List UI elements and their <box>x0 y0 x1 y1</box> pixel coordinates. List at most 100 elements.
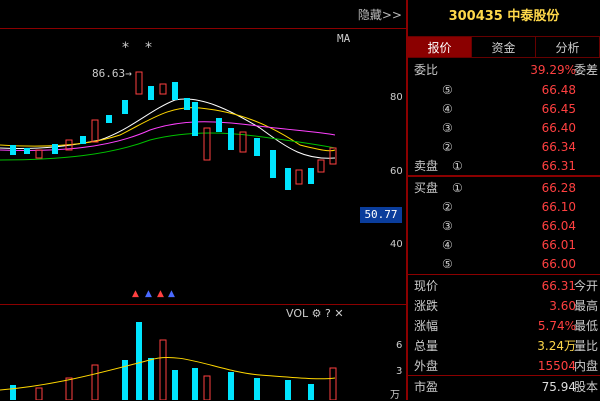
stat-right-label: 最低 <box>573 319 598 333</box>
candle <box>172 82 178 100</box>
ask-price: 66.48 <box>541 83 576 97</box>
volume-bar <box>329 367 337 400</box>
ask-label: 卖盘 <box>414 159 439 173</box>
stat-label: 市盈 <box>414 380 439 394</box>
bid-price: 66.10 <box>541 200 576 214</box>
order-ratio-row: 委比 39.29% 委差 <box>408 60 600 80</box>
y-axis-tick: 60 <box>390 166 403 177</box>
stat-label: 涨幅 <box>414 319 439 333</box>
volume-toolbar: VOL ⚙ ? ✕ <box>286 307 344 320</box>
stat-row: 外盘 15504 内盘 <box>408 356 600 376</box>
ma60-line <box>0 132 336 161</box>
candles <box>10 71 337 190</box>
candle <box>135 71 143 95</box>
ask-price: 66.40 <box>541 121 576 135</box>
volume-bar <box>35 387 43 400</box>
candle <box>254 138 260 156</box>
stat-value: 5.74% <box>537 319 576 333</box>
volume-bar <box>285 380 291 400</box>
candle <box>52 144 58 154</box>
volume-bar <box>10 385 16 400</box>
candle <box>308 168 314 184</box>
candle <box>184 98 190 110</box>
volume-bar <box>136 322 142 400</box>
candle <box>228 128 234 150</box>
ask-level: ④ <box>442 102 453 116</box>
ask-price: 66.31 <box>541 159 576 173</box>
stock-code: 300435 <box>448 9 503 24</box>
bid-row-1: 买盘 ① 66.28 <box>408 178 600 198</box>
volume-ma-line <box>0 356 336 391</box>
high-price-marker: 86.63→ <box>92 67 132 80</box>
close-icon[interactable]: ✕ <box>334 307 343 320</box>
quote-tabs: 报价 资金 分析 <box>408 36 600 58</box>
candle <box>80 136 86 144</box>
help-icon[interactable]: ? <box>325 307 331 320</box>
tab-analysis[interactable]: 分析 <box>536 36 600 58</box>
candle <box>295 169 303 185</box>
ask-level: ③ <box>442 121 453 135</box>
ask-level: ⑤ <box>442 83 453 97</box>
bid-price: 66.00 <box>541 257 576 271</box>
stat-value: 3.24 <box>537 339 564 353</box>
candle <box>317 159 325 173</box>
settings-icon[interactable]: ⚙ <box>312 307 322 320</box>
stat-row: 涨跌 3.60 最高 <box>408 296 600 316</box>
candle <box>10 145 16 155</box>
volume-bar <box>172 370 178 400</box>
bid-row-2: ② 66.10 <box>408 197 600 217</box>
stat-label: 现价 <box>414 279 439 293</box>
candle <box>24 148 30 154</box>
volume-bar <box>254 378 260 400</box>
cursor-price-tag: 50.77 <box>360 207 402 223</box>
ask-level: ② <box>442 140 453 154</box>
candle <box>148 86 154 100</box>
volume-bar <box>65 377 73 400</box>
stats-separator-2 <box>408 375 600 376</box>
stat-right-label: 量比 <box>573 339 598 353</box>
order-ratio-label: 委比 <box>414 63 439 77</box>
stats-separator <box>408 274 600 275</box>
stat-row: 涨幅 5.74% 最低 <box>408 316 600 336</box>
candle <box>285 168 291 190</box>
bid-level: ⑤ <box>442 257 453 271</box>
ask-level: ① <box>452 159 463 173</box>
arrow-marker: ▲ <box>157 289 164 299</box>
volume-bar <box>192 368 198 400</box>
volume-indicator-label[interactable]: VOL <box>286 307 308 320</box>
tab-funds[interactable]: 资金 <box>472 36 536 58</box>
stat-value: 15504 <box>537 359 576 373</box>
stat-label: 涨跌 <box>414 299 439 313</box>
arrow-marker: ▲ <box>168 289 175 299</box>
order-ratio-value: 39.29% <box>530 63 576 77</box>
bid-level: ② <box>442 200 453 214</box>
y-axis-tick: 80 <box>390 92 403 103</box>
bid-level: ① <box>452 181 463 195</box>
volume-bar <box>228 372 234 400</box>
kline-chart-panel[interactable]: 隐藏>> MA * * 86.63→ ▲ ▲ ▲ ▲ 80 60 40 50.7… <box>0 0 408 401</box>
stat-row: 市盈 75.94 股本 <box>408 377 600 397</box>
ask-price: 66.45 <box>541 102 576 116</box>
stat-row: 现价 66.31 今开 <box>408 276 600 296</box>
stat-right-label: 内盘 <box>573 359 598 373</box>
bid-row-3: ③ 66.04 <box>408 216 600 236</box>
candlestick-svg: 86.63→ ▲ ▲ ▲ ▲ <box>0 67 337 400</box>
stock-name: 中泰股份 <box>507 9 560 24</box>
volume-divider <box>0 304 408 305</box>
ask-row-5: ⑤ 66.48 <box>408 80 600 100</box>
ask-price: 66.34 <box>541 140 576 154</box>
candle <box>106 115 112 123</box>
stat-value: 3.60 <box>549 299 576 313</box>
stat-value: 75.94 <box>541 380 576 394</box>
stat-value: 66.31 <box>541 279 576 293</box>
arrow-marker: ▲ <box>145 289 152 299</box>
candle <box>192 102 198 136</box>
stat-label: 外盘 <box>414 359 439 373</box>
tab-quote[interactable]: 报价 <box>408 36 472 58</box>
ask-row-1: 卖盘 ① 66.31 <box>408 156 600 176</box>
ask-row-2: ② 66.34 <box>408 137 600 157</box>
volume-axis-tick: 6 <box>396 340 403 351</box>
volume-bar <box>159 339 167 400</box>
volume-bar <box>148 358 154 400</box>
volume-unit: 万 <box>390 390 400 401</box>
